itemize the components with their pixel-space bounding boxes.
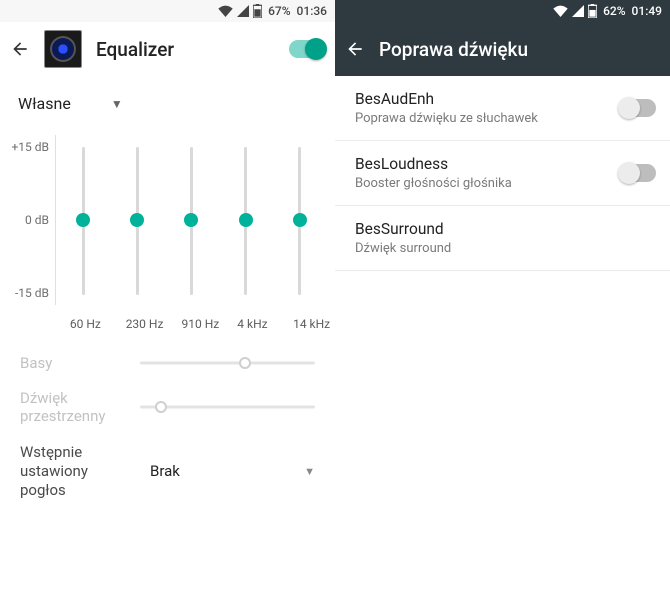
band-slider-14khz[interactable] — [286, 135, 314, 305]
setting-item[interactable]: BesSurround Dźwięk surround — [335, 206, 670, 271]
clock: 01:36 — [297, 4, 327, 18]
band-slider-230hz[interactable] — [123, 135, 151, 305]
setting-subtitle: Poprawa dźwięku ze słuchawek — [355, 111, 610, 126]
band-slider-4khz[interactable] — [232, 135, 260, 305]
setting-toggle[interactable] — [620, 164, 656, 182]
equalizer-toggle[interactable] — [289, 40, 325, 58]
page-title: Equalizer — [96, 38, 174, 61]
setting-item[interactable]: BesAudEnh Poprawa dźwięku ze słuchawek — [335, 76, 670, 141]
band-slider-910hz[interactable] — [177, 135, 205, 305]
settings-list: BesAudEnhPoprawa dźwięku ze słuchawekBes… — [335, 76, 670, 271]
band-label: 4 kHz — [237, 317, 265, 331]
bass-row: Basy — [0, 345, 335, 381]
y-tick: -15 dB — [15, 286, 49, 300]
chevron-down-icon: ▼ — [304, 465, 315, 478]
band-slider-60hz[interactable] — [69, 135, 97, 305]
equalizer-bands: +15 dB 0 dB -15 dB — [0, 121, 335, 309]
setting-title: BesAudEnh — [355, 90, 610, 108]
preset-dropdown[interactable]: Własne ▼ — [0, 76, 335, 121]
back-icon[interactable] — [10, 39, 30, 59]
battery-icon — [253, 4, 262, 18]
wifi-icon — [218, 5, 233, 17]
reverb-label: Wstępnie ustawiony pogłos — [20, 443, 120, 499]
y-tick: 0 dB — [25, 213, 49, 227]
spatial-label: Dźwięk przestrzenny — [20, 389, 140, 425]
band-label: 910 Hz — [181, 317, 209, 331]
y-axis: +15 dB 0 dB -15 dB — [0, 135, 56, 305]
y-tick: +15 dB — [11, 140, 49, 154]
toolbar: Poprawa dźwięku — [335, 22, 670, 76]
preset-value: Własne — [18, 94, 71, 113]
signal-icon — [237, 5, 249, 17]
signal-icon — [572, 5, 584, 17]
setting-subtitle: Dźwięk surround — [355, 241, 610, 256]
clock: 01:49 — [632, 4, 662, 18]
back-icon[interactable] — [345, 39, 365, 59]
setting-title: BesSurround — [355, 220, 610, 238]
setting-item[interactable]: BesLoudness Booster głośności głośnika — [335, 141, 670, 206]
setting-title: BesLoudness — [355, 155, 610, 173]
battery-icon — [588, 4, 597, 18]
reverb-value: Brak — [150, 462, 180, 480]
band-labels: 60 Hz 230 Hz 910 Hz 4 kHz 14 kHz — [0, 309, 335, 345]
band-label: 14 kHz — [293, 317, 321, 331]
status-bar: 62% 01:49 — [335, 0, 670, 22]
bass-label: Basy — [20, 354, 140, 372]
wifi-icon — [553, 5, 568, 17]
chevron-down-icon: ▼ — [111, 97, 123, 111]
page-title: Poprawa dźwięku — [379, 38, 528, 61]
app-icon — [44, 30, 82, 68]
toolbar: Equalizer — [0, 22, 335, 76]
setting-toggle[interactable] — [620, 99, 656, 117]
status-bar: 67% 01:36 — [0, 0, 335, 22]
sound-improvement-app: 62% 01:49 Poprawa dźwięku BesAudEnh Popra… — [335, 0, 670, 595]
spatial-row: Dźwięk przestrzenny — [0, 381, 335, 433]
battery-percent: 67% — [268, 4, 290, 18]
band-label: 60 Hz — [70, 317, 98, 331]
setting-subtitle: Booster głośności głośnika — [355, 176, 610, 191]
spatial-slider[interactable] — [140, 397, 315, 417]
band-label: 230 Hz — [126, 317, 154, 331]
bass-slider[interactable] — [140, 353, 315, 373]
battery-percent: 62% — [603, 4, 625, 18]
equalizer-app: 67% 01:36 Equalizer Własne ▼ +15 dB 0 dB… — [0, 0, 335, 595]
reverb-row[interactable]: Wstępnie ustawiony pogłos Brak ▼ — [0, 433, 335, 499]
